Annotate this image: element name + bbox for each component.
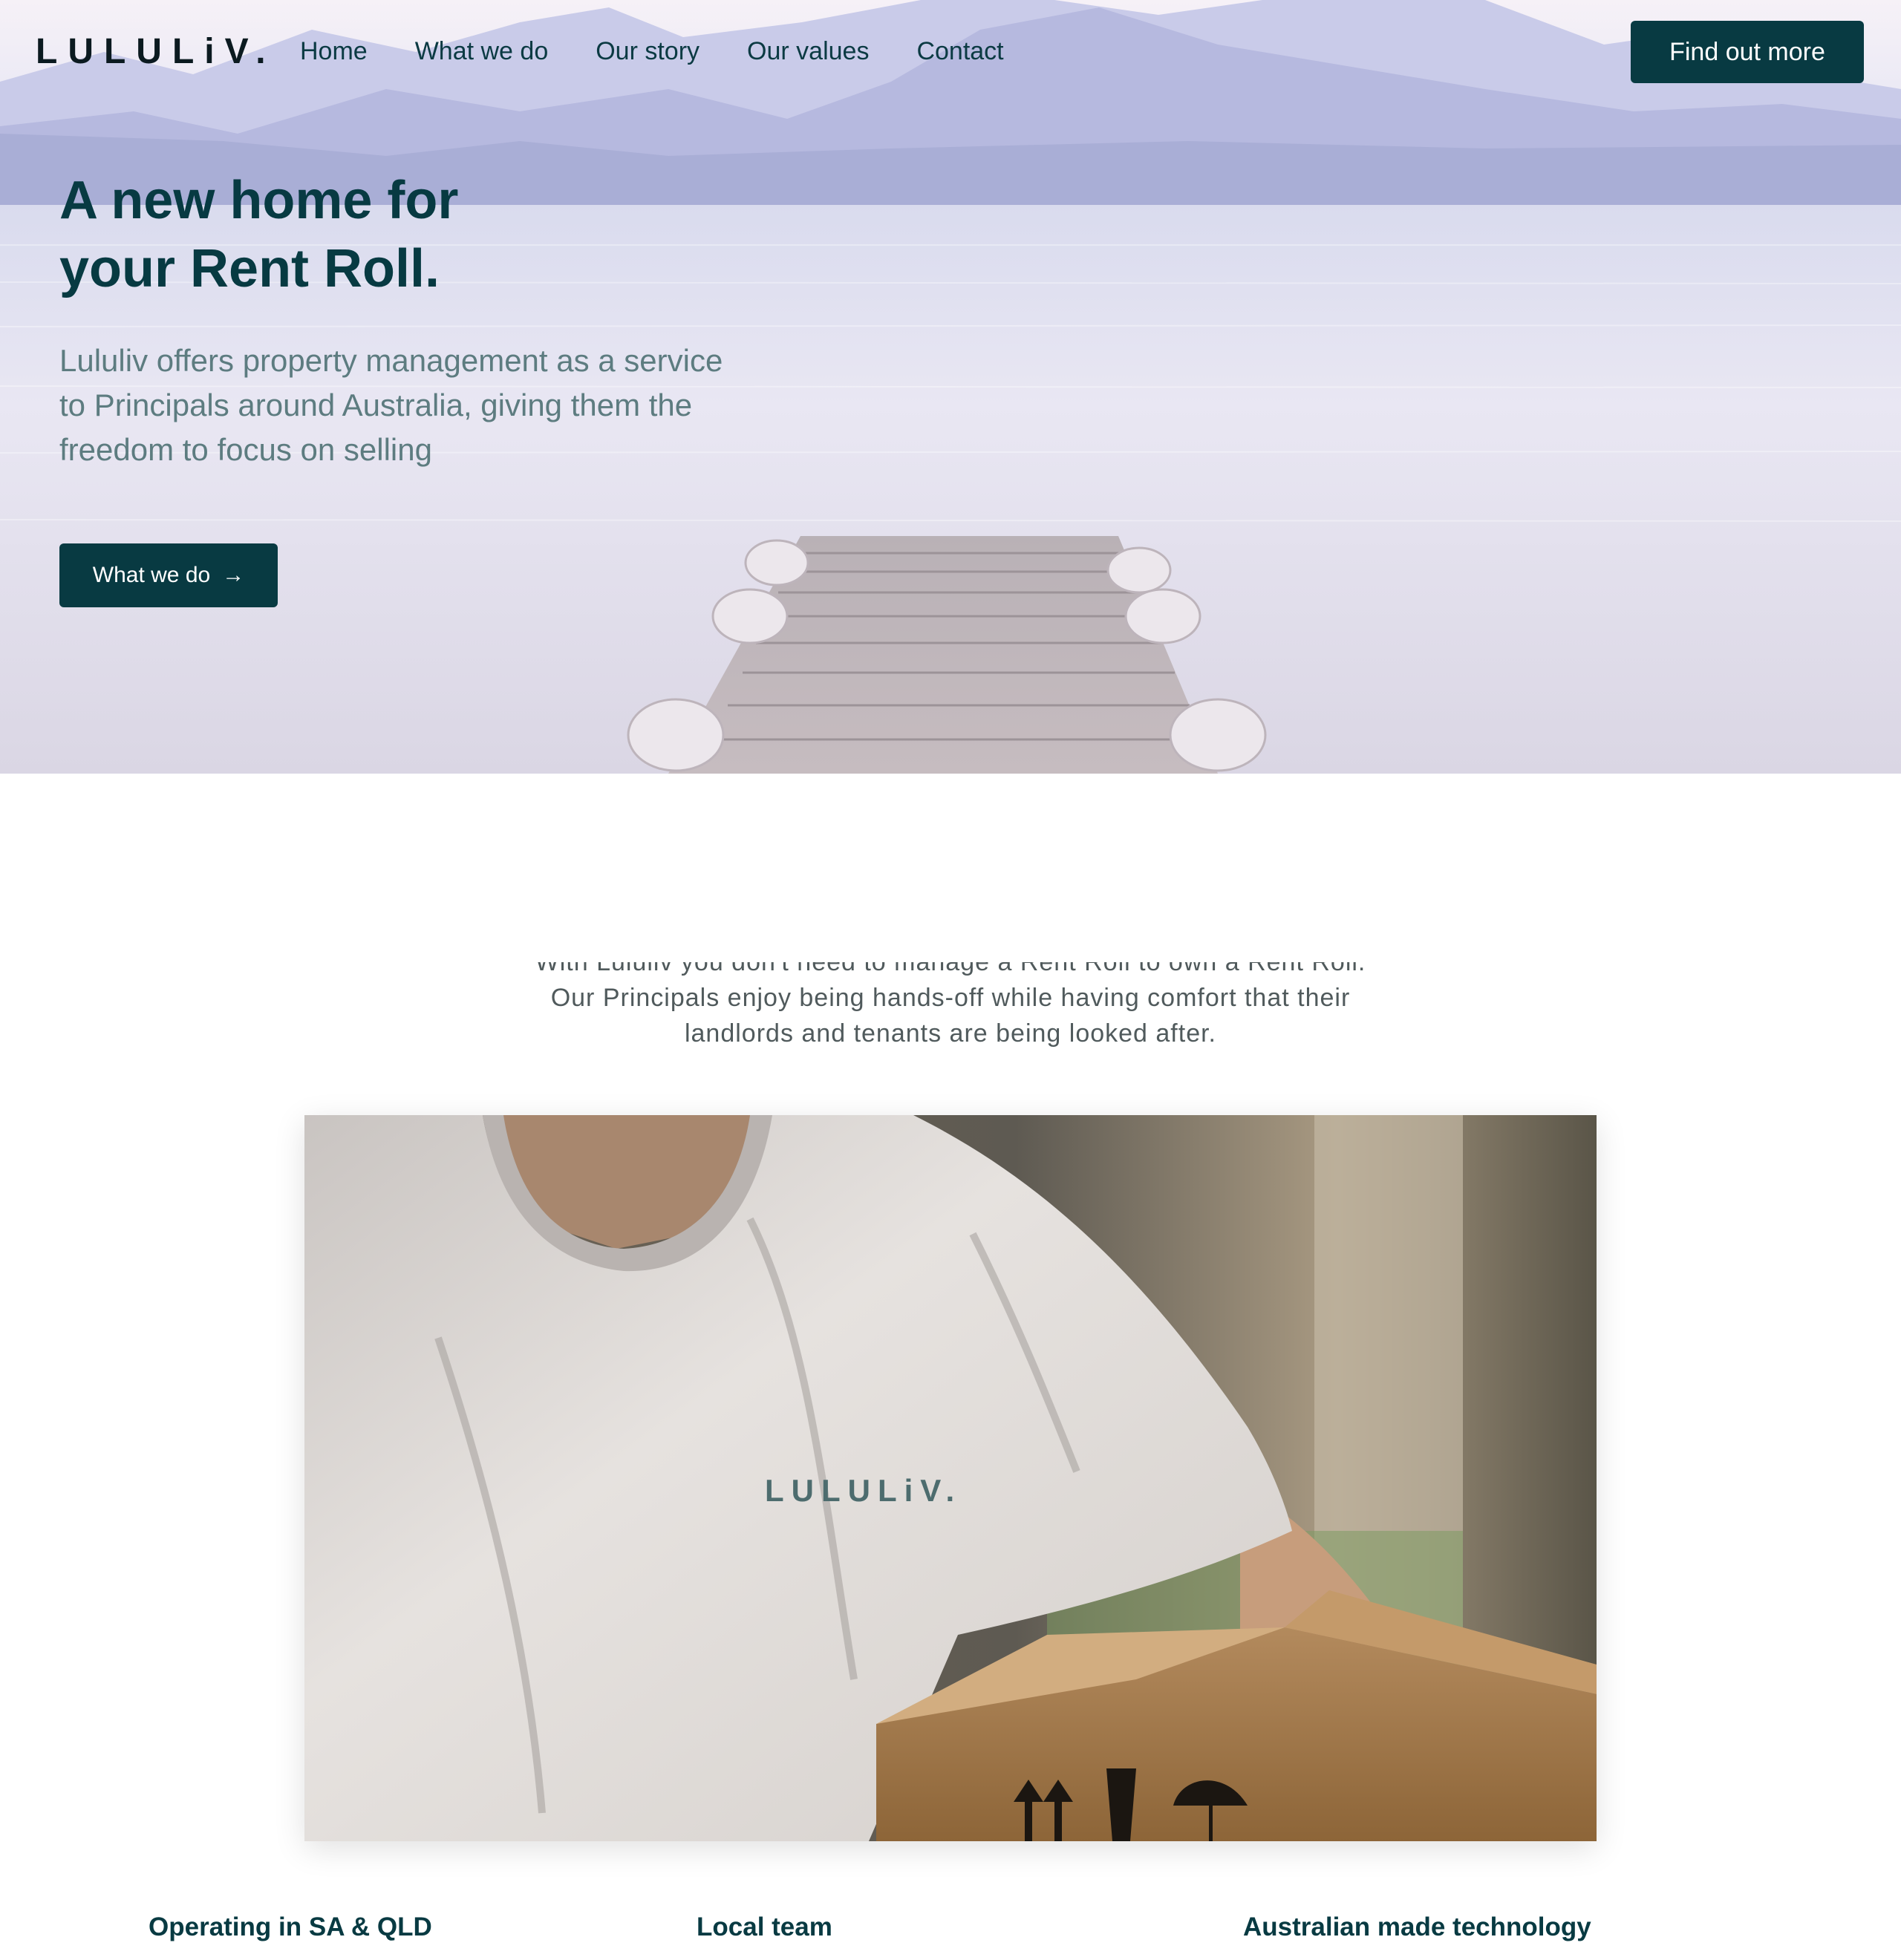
intro-line-3: landlords and tenants are being looked a…	[684, 1019, 1217, 1048]
hero-subtitle: Lululiv offers property management as a …	[59, 343, 723, 467]
feature-australian-technology: Australian made technology	[1243, 1912, 1591, 1941]
hero-section: LULULiV. Home What we do Our story Our v…	[0, 0, 1901, 774]
brand-logo[interactable]: LULULiV.	[36, 30, 276, 74]
find-out-more-button[interactable]: Find out more	[1631, 21, 1864, 83]
what-we-do-button-label: What we do	[92, 563, 211, 587]
nav-link-home[interactable]: Home	[300, 33, 368, 70]
nav-link-our-values[interactable]: Our values	[747, 33, 869, 70]
arrow-right-icon: →	[222, 563, 245, 587]
feature-local-team: Local team	[697, 1912, 832, 1941]
team-member-photo: LULULiV.	[304, 1115, 1597, 1841]
intro-line-1: With Lululiv you don't need to manage a …	[535, 962, 1366, 976]
hero-title: A new home for your Rent Roll.	[59, 166, 728, 303]
nav-link-what-we-do[interactable]: What we do	[415, 33, 549, 70]
hero-title-line-1: A new home for	[59, 171, 459, 230]
top-navigation: LULULiV. Home What we do Our story Our v…	[0, 0, 1901, 104]
nav-link-our-story[interactable]: Our story	[596, 33, 700, 70]
nav-link-contact[interactable]: Contact	[916, 33, 1003, 70]
hero-title-line-2: your Rent Roll.	[59, 239, 440, 298]
feature-operating-region: Operating in SA & QLD	[149, 1912, 432, 1941]
photo-illustration: LULULiV.	[304, 1115, 1597, 1841]
what-we-do-button[interactable]: What we do →	[59, 543, 278, 607]
nav-links: Home What we do Our story Our values Con…	[300, 33, 1051, 70]
shirt-logo-print: LULULiV.	[765, 1473, 962, 1508]
intro-text: With Lululiv you don't need to manage a …	[505, 962, 1396, 1051]
intro-line-2: Our Principals enjoy being hands-off whi…	[550, 984, 1351, 1012]
